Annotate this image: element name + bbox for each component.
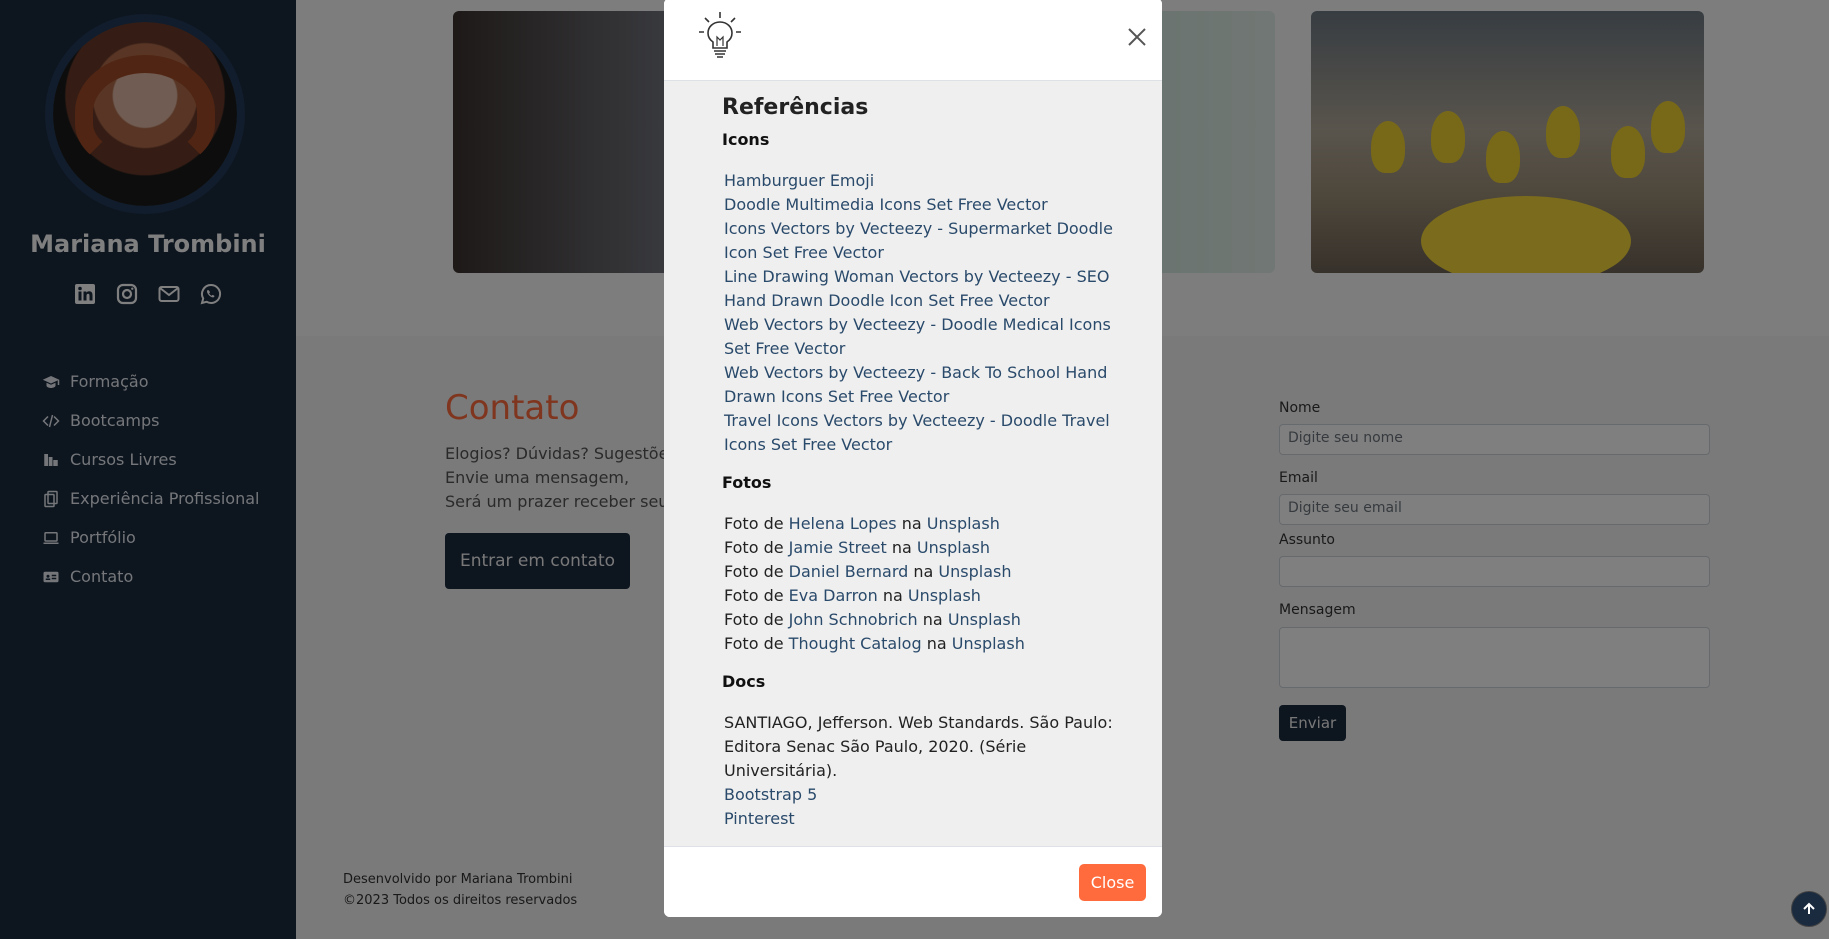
- close-icon[interactable]: [1126, 26, 1148, 48]
- photographer-link[interactable]: Jamie Street: [789, 538, 887, 557]
- photo-credit-prefix: Foto de: [724, 586, 784, 605]
- photo-credit: Foto de Daniel Bernard na Unsplash: [724, 560, 1120, 584]
- modal-body: Referências Icons Hamburguer Emoji Doodl…: [664, 81, 1162, 846]
- unsplash-link[interactable]: Unsplash: [908, 586, 981, 605]
- back-to-top-button[interactable]: [1791, 891, 1827, 927]
- photo-credit: Foto de Jamie Street na Unsplash: [724, 536, 1120, 560]
- doc-citation: SANTIAGO, Jefferson. Web Standards. São …: [724, 713, 1113, 780]
- photographer-link[interactable]: Thought Catalog: [789, 634, 922, 653]
- docs-list: SANTIAGO, Jefferson. Web Standards. São …: [722, 711, 1120, 831]
- icon-ref-link[interactable]: Doodle Multimedia Icons Set Free Vector: [724, 193, 1120, 217]
- modal-title: Referências: [722, 95, 869, 120]
- photos-list: Foto de Helena Lopes na Unsplash Foto de …: [722, 512, 1120, 656]
- lightbulb-icon: [699, 12, 741, 58]
- photo-credit-mid: na: [922, 610, 943, 629]
- photographer-link[interactable]: Eva Darron: [789, 586, 878, 605]
- photos-heading: Fotos: [722, 473, 772, 492]
- photo-credit: Foto de John Schnobrich na Unsplash: [724, 608, 1120, 632]
- doc-link-pinterest[interactable]: Pinterest: [724, 807, 1120, 831]
- photo-credit: Foto de Eva Darron na Unsplash: [724, 584, 1120, 608]
- photographer-link[interactable]: Helena Lopes: [789, 514, 897, 533]
- photo-credit-prefix: Foto de: [724, 634, 784, 653]
- photo-credit-prefix: Foto de: [724, 514, 784, 533]
- photo-credit-mid: na: [913, 562, 934, 581]
- unsplash-link[interactable]: Unsplash: [948, 610, 1021, 629]
- arrow-up-icon: [1803, 902, 1815, 914]
- photo-credit: Foto de Thought Catalog na Unsplash: [724, 632, 1120, 656]
- unsplash-link[interactable]: Unsplash: [927, 514, 1000, 533]
- unsplash-link[interactable]: Unsplash: [917, 538, 990, 557]
- docs-heading: Docs: [722, 672, 766, 691]
- icons-list: Hamburguer Emoji Doodle Multimedia Icons…: [722, 169, 1120, 457]
- icon-ref-link[interactable]: Icons Vectors by Vecteezy - Supermarket …: [724, 217, 1120, 265]
- photo-credit-mid: na: [882, 586, 903, 605]
- photo-credit-mid: na: [891, 538, 912, 557]
- modal-header: [664, 0, 1162, 81]
- photo-credit-prefix: Foto de: [724, 562, 784, 581]
- close-button[interactable]: Close: [1079, 864, 1146, 901]
- photographer-link[interactable]: John Schnobrich: [789, 610, 918, 629]
- photo-credit: Foto de Helena Lopes na Unsplash: [724, 512, 1120, 536]
- unsplash-link[interactable]: Unsplash: [952, 634, 1025, 653]
- icon-ref-link[interactable]: Line Drawing Woman Vectors by Vecteezy -…: [724, 265, 1120, 313]
- icon-ref-link[interactable]: Travel Icons Vectors by Vecteezy - Doodl…: [724, 409, 1120, 457]
- photo-credit-mid: na: [926, 634, 947, 653]
- modal-footer: Close: [664, 846, 1162, 917]
- references-modal: Referências Icons Hamburguer Emoji Doodl…: [664, 0, 1162, 917]
- icons-heading: Icons: [722, 130, 770, 149]
- photo-credit-mid: na: [901, 514, 922, 533]
- icon-ref-link[interactable]: Web Vectors by Vecteezy - Doodle Medical…: [724, 313, 1120, 361]
- icon-ref-link[interactable]: Hamburguer Emoji: [724, 169, 1120, 193]
- doc-link-bootstrap[interactable]: Bootstrap 5: [724, 783, 1120, 807]
- photo-credit-prefix: Foto de: [724, 610, 784, 629]
- photo-credit-prefix: Foto de: [724, 538, 784, 557]
- photographer-link[interactable]: Daniel Bernard: [789, 562, 909, 581]
- icon-ref-link[interactable]: Web Vectors by Vecteezy - Back To School…: [724, 361, 1120, 409]
- unsplash-link[interactable]: Unsplash: [938, 562, 1011, 581]
